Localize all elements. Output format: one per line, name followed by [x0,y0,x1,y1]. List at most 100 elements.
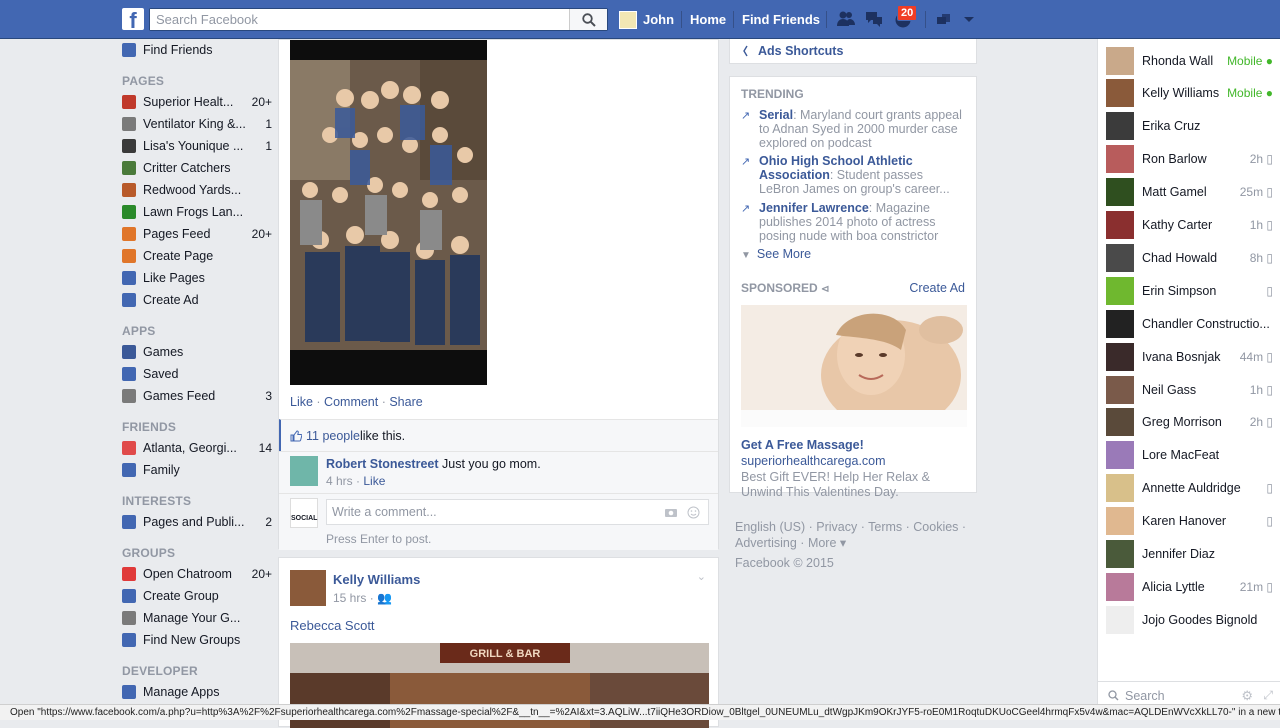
find-friends-link[interactable]: Find Friends [742,0,820,39]
chat-contact[interactable]: Neil Gass 1h ▯ [1098,373,1280,406]
developer-heading[interactable]: DEVELOPER [122,659,272,681]
camera-icon[interactable] [664,507,678,518]
comment-like-link[interactable]: Like [363,474,385,488]
post-photo[interactable] [290,40,487,385]
chat-contact[interactable]: Erika Cruz [1098,110,1280,143]
ad-image[interactable] [741,305,967,427]
comment-time[interactable]: 4 hrs [326,474,353,488]
search-icon [1108,690,1119,701]
avatar [1106,46,1134,75]
likes-count-link[interactable]: 11 people [306,429,360,443]
facebook-logo[interactable]: f [122,8,144,30]
chat-contact[interactable]: Karen Hanover ▯ [1098,505,1280,538]
chat-contact[interactable]: Matt Gamel 25m ▯ [1098,176,1280,209]
chat-contact[interactable]: Ron Barlow 2h ▯ [1098,143,1280,176]
chat-contact[interactable]: Annette Auldridge ▯ [1098,472,1280,505]
sidebar-item-pages[interactable]: Like Pages [122,267,272,289]
chevron-down-icon[interactable] [959,9,979,29]
sidebar-item-groups[interactable]: Create Group [122,585,272,607]
sidebar-item-pages[interactable]: Lawn Frogs Lan... [122,201,272,223]
ad-choices-icon[interactable]: ⊲ [821,284,829,295]
sidebar-item-pages[interactable]: Lisa's Younique ... 1 [122,135,272,157]
sidebar-item-interests[interactable]: Pages and Publi... 2 [122,511,272,533]
like-link[interactable]: Like [290,395,313,409]
sidebar-item-developer[interactable]: Manage Apps [122,681,272,703]
sidebar-item-pages[interactable]: Ventilator King &... 1 [122,113,272,135]
home-link[interactable]: Home [690,0,726,39]
tagged-person-link[interactable]: Rebecca Scott [290,618,375,633]
ad-title-link[interactable]: Get A Free Massage! [741,438,864,452]
interests-heading[interactable]: INTERESTS [122,489,272,511]
divider [681,11,682,28]
chat-contact[interactable]: Kelly Williams Mobile ● [1098,77,1280,110]
chat-contact[interactable]: Alicia Lyttle 21m ▯ [1098,570,1280,603]
friends-audience-icon[interactable]: 👥 [377,591,392,605]
chat-contact[interactable]: Jennifer Diaz [1098,538,1280,571]
trending-item[interactable]: ↗ Serial: Maryland court grants appeal to… [741,108,966,150]
chat-contact[interactable]: Erin Simpson ▯ [1098,274,1280,307]
sidebar-item-label: Create Ad [143,293,199,307]
chevron-down-icon[interactable]: ⌄ [697,570,706,583]
share-link[interactable]: Share [389,395,422,409]
privacy-shortcuts-icon[interactable] [934,9,954,29]
sidebar-item-count: 2 [265,515,272,529]
ad-url-link[interactable]: superiorhealthcarega.com [741,454,886,468]
chat-contact[interactable]: Greg Morrison 2h ▯ [1098,406,1280,439]
chat-contact[interactable]: Chandler Constructio... [1098,307,1280,340]
sidebar-item-label: Like Pages [143,271,205,285]
sidebar-item-groups[interactable]: Manage Your G... [122,607,272,629]
comment-input[interactable]: Write a comment... [326,499,709,525]
footer-links[interactable]: English (US) · Privacy · Terms · Cookies… [735,519,975,551]
post-time[interactable]: 15 hrs [333,591,366,605]
sidebar-item-apps[interactable]: Games Feed 3 [122,385,272,407]
chat-contact[interactable]: Jojo Goodes Bignold [1098,603,1280,636]
ads-shortcuts-link[interactable]: Ads Shortcuts [729,39,977,64]
chat-contact-status: 2h ▯ [1249,152,1273,167]
see-more-link[interactable]: ▼ See More [741,247,811,261]
sidebar-item-pages[interactable]: Pages Feed 20+ [122,223,272,245]
search-button[interactable] [569,9,607,30]
emoji-icon[interactable] [687,506,700,519]
chat-contact[interactable]: Kathy Carter 1h ▯ [1098,209,1280,242]
chat-contact[interactable]: Chad Howald 8h ▯ [1098,241,1280,274]
ad-description[interactable]: Best Gift EVER! Help Her Relax & Unwind … [741,470,966,500]
sidebar-item-find-friends[interactable]: Find Friends [122,39,272,61]
sidebar-item-groups[interactable]: Find New Groups [122,629,272,651]
pages-heading[interactable]: PAGES [122,69,272,91]
search-input[interactable] [150,9,560,30]
groups-heading[interactable]: GROUPS [122,541,272,563]
comment-link[interactable]: Comment [324,395,378,409]
create-ad-link[interactable]: Create Ad [909,281,965,295]
messages-icon[interactable] [864,9,884,29]
chat-contact-name: Annette Auldridge [1142,481,1241,496]
sidebar-item-apps[interactable]: Saved [122,363,272,385]
sidebar-item-pages[interactable]: Critter Catchers [122,157,272,179]
post-actions: Like · Comment · Share [290,395,423,409]
friend-requests-icon[interactable] [836,9,856,29]
chat-contact[interactable]: Rhonda Wall Mobile ● [1098,44,1280,77]
comment-author[interactable]: Robert Stonestreet [326,457,439,471]
sidebar-item-groups[interactable]: Open Chatroom 20+ [122,563,272,585]
post-author[interactable]: Kelly Williams [333,572,420,587]
gear-icon[interactable]: ⚙ [1241,688,1253,704]
sidebar-item-apps[interactable]: Games [122,341,272,363]
sidebar-item-pages[interactable]: Redwood Yards... [122,179,272,201]
sidebar-item-pages[interactable]: Create Page [122,245,272,267]
search-box[interactable] [149,8,608,31]
page-icon [122,183,136,197]
trending-item[interactable]: ↗ Ohio High School Athletic Association: … [741,154,966,196]
apps-heading[interactable]: APPS [122,319,272,341]
sidebar-item-pages[interactable]: Superior Healt... 20+ [122,91,272,113]
expand-icon[interactable]: ⤢ [1263,688,1273,703]
chat-contact[interactable]: Lore MacFeat [1098,439,1280,472]
profile-link[interactable]: John [619,0,674,39]
trending-arrow-icon: ↗ [741,110,751,122]
trending-item[interactable]: ↗ Jennifer Lawrence: Magazine publishes 2… [741,201,966,243]
sidebar-item-friends[interactable]: Atlanta, Georgi... 14 [122,437,272,459]
chat-contact[interactable]: Ivana Bosnjak 44m ▯ [1098,340,1280,373]
sidebar-item-pages[interactable]: Create Ad [122,289,272,311]
avatar[interactable] [290,456,318,486]
friends-heading[interactable]: FRIENDS [122,415,272,437]
avatar[interactable] [290,570,326,606]
sidebar-item-friends[interactable]: Family [122,459,272,481]
